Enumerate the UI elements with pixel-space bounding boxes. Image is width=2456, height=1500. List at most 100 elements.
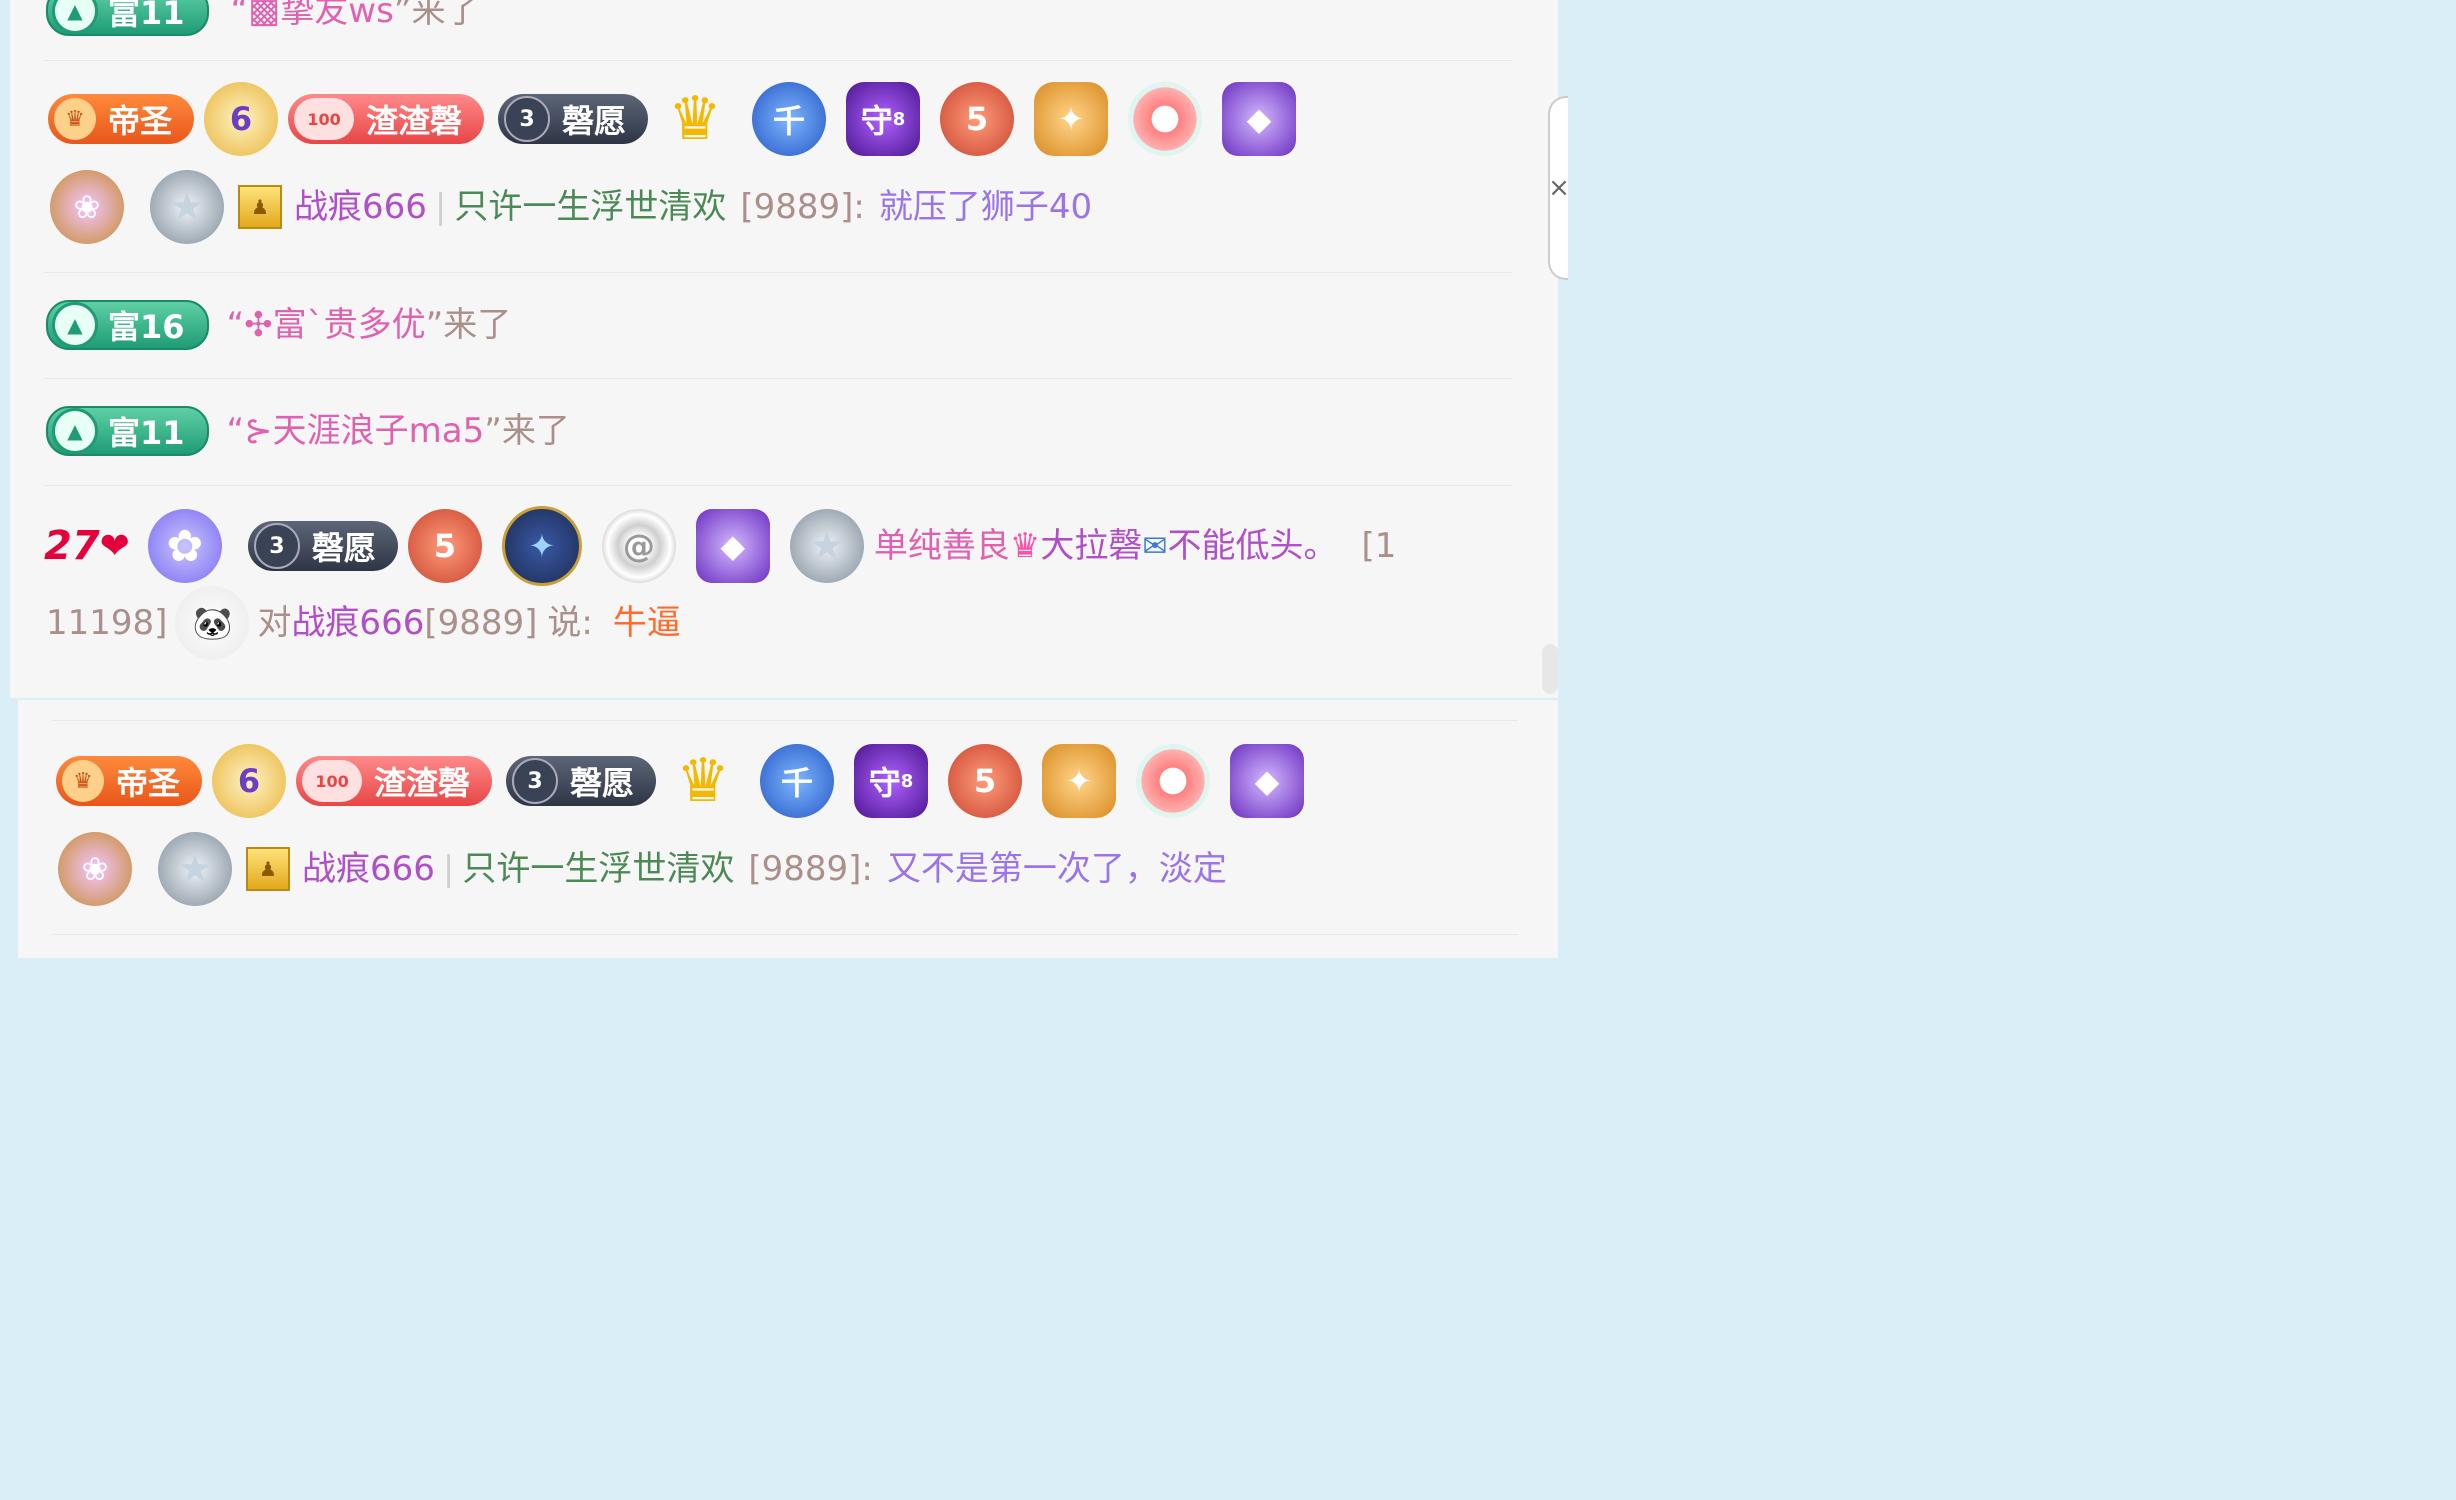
enter-suffix: ”来了 xyxy=(484,411,570,451)
wish-label: 磬愿 xyxy=(570,764,635,802)
sender-id-open: [1 xyxy=(1361,526,1397,566)
divider xyxy=(44,272,1512,273)
crown-icon[interactable]: ♛ xyxy=(666,744,740,818)
level-label: 富11 xyxy=(108,414,185,452)
sender-name-suffix[interactable]: 不能低头。 xyxy=(1167,526,1337,566)
chat-row-message-badges: ♛ 帝圣 6 100 渣渣磬 3 磬愿 ♛ 千 守8 5 ✦ ◆ xyxy=(56,744,1314,818)
enter-text: “✣富`贵多优”来了 xyxy=(227,305,512,345)
quote-open: “ xyxy=(230,0,249,31)
compass-medal-icon[interactable]: ✦ xyxy=(501,506,582,586)
swirl-icon[interactable]: @ xyxy=(601,509,676,583)
emperor-icon: ♛ xyxy=(54,98,96,140)
shield-medal-icon[interactable]: ✦ xyxy=(1034,82,1109,156)
wealth-level-badge: ▲ 富16 xyxy=(46,300,209,350)
sender-name-prefix[interactable]: 单纯善良 xyxy=(874,526,1010,566)
room-id: [9889]: xyxy=(748,849,873,889)
chat-row-enter-partial: ▲ 富11 “▩挚友ws”来了 xyxy=(46,0,479,36)
triangle-icon: ▲ xyxy=(52,0,98,34)
chat-row-private-badges: 27 ❤ ✿ 3 磬愿 5 ✦ @ ◆ ★ 单纯善良 ♛ 大拉磬 ✉ 不能低头。 … xyxy=(44,506,1396,586)
say-label: 说: xyxy=(547,603,593,643)
chat-row-private-body: 11198] 🐼 对 战痕666 [9889] 说: 牛逼 xyxy=(46,586,681,660)
star-medal-icon[interactable]: ★ xyxy=(789,509,864,583)
five-medal-icon[interactable]: 5 xyxy=(407,509,482,583)
enter-username[interactable]: ⊱天涯浪子ma5 xyxy=(244,411,484,451)
sender-name-mid[interactable]: 大拉磬 xyxy=(1040,526,1142,566)
separator: | xyxy=(434,187,447,227)
username[interactable]: 战痕666 xyxy=(294,187,427,227)
level-number: 27 xyxy=(44,523,100,569)
qian-medal-icon[interactable]: 千 xyxy=(760,744,835,818)
emperor-badge[interactable]: ♛ 帝圣 xyxy=(48,94,195,144)
emperor-label: 帝圣 xyxy=(108,102,173,140)
triangle-icon: ▲ xyxy=(52,408,98,454)
panda-icon: 🐼 xyxy=(175,586,250,660)
sender-id-close: 11198] xyxy=(46,603,168,643)
star-medal-icon[interactable]: ★ xyxy=(158,832,232,906)
to-user[interactable]: 战痕666 xyxy=(291,603,424,643)
separator: | xyxy=(442,849,455,889)
quote-open: “ xyxy=(226,411,245,451)
guard-label: 守 xyxy=(860,102,893,140)
group-name[interactable]: 只许一生浮世清欢 xyxy=(462,849,734,889)
divider xyxy=(44,60,1512,61)
level-six-medal-icon[interactable]: 6 xyxy=(212,744,287,818)
shield-medal-icon[interactable]: ✦ xyxy=(1042,744,1117,818)
guard-level: 8 xyxy=(900,770,914,792)
donut-icon[interactable] xyxy=(1136,744,1211,818)
qian-medal-icon[interactable]: 千 xyxy=(752,82,827,156)
rose-medal-icon[interactable]: ❀ xyxy=(50,170,124,244)
emperor-icon: ♛ xyxy=(62,760,104,802)
enter-suffix: ”来了 xyxy=(393,0,480,31)
five-medal-icon[interactable]: 5 xyxy=(948,744,1023,818)
scrollbar-thumb[interactable] xyxy=(1542,644,1558,694)
crown-icon[interactable]: ♛ xyxy=(658,82,732,156)
message-text: 牛逼 xyxy=(612,603,681,643)
divider xyxy=(44,378,1512,379)
rose-medal-icon[interactable]: ❀ xyxy=(58,832,132,906)
divider xyxy=(44,485,1512,486)
fan-club-badge[interactable]: 100 渣渣磬 xyxy=(288,94,485,144)
heart-icon: ❤ xyxy=(99,525,130,567)
violet-gem-icon[interactable]: ◆ xyxy=(695,509,770,583)
user-level-icon[interactable]: ♟ xyxy=(238,185,282,229)
message-text: 又不是第一次了，淡定 xyxy=(886,849,1227,889)
enter-username[interactable]: ▩挚友ws xyxy=(248,0,394,31)
username[interactable]: 战痕666 xyxy=(302,849,435,889)
to-prefix: 对 xyxy=(257,603,292,643)
wish-level-icon: 3 xyxy=(253,523,300,569)
wish-badge[interactable]: 3 磬愿 xyxy=(498,94,649,144)
fan-club-badge[interactable]: 100 渣渣磬 xyxy=(296,756,493,806)
wealth-level-badge: ▲ 富11 xyxy=(46,0,209,36)
wish-level-icon: 3 xyxy=(512,758,559,804)
triangle-icon: ▲ xyxy=(52,302,98,348)
emperor-badge[interactable]: ♛ 帝圣 xyxy=(56,756,203,806)
wish-badge[interactable]: 3 磬愿 xyxy=(506,756,657,806)
chat-row-message-body: ❀ ★ ♟ 战痕666 | 只许一生浮世清欢 [9889]: 就压了狮子40 xyxy=(50,170,1092,244)
message-text: 就压了狮子40 xyxy=(878,187,1093,227)
collapse-handle[interactable]: × xyxy=(1548,96,1570,280)
chat-row-enter: ▲ 富11 “⊱天涯浪子ma5”来了 xyxy=(46,406,570,456)
enter-suffix: ”来了 xyxy=(425,305,512,345)
star-medal-icon[interactable]: ★ xyxy=(150,170,224,244)
divider xyxy=(52,720,1518,721)
violet-gem-icon[interactable]: ◆ xyxy=(1222,82,1297,156)
group-name[interactable]: 只许一生浮世清欢 xyxy=(454,187,726,227)
violet-gem-icon[interactable]: ◆ xyxy=(1230,744,1305,818)
guard-badge-icon[interactable]: 守8 xyxy=(846,82,921,156)
five-medal-icon[interactable]: 5 xyxy=(940,82,1015,156)
crown-icon: ♛ xyxy=(1009,526,1041,566)
enter-text: “▩挚友ws”来了 xyxy=(231,0,480,31)
level-label: 富11 xyxy=(108,0,185,32)
fan-club-label: 渣渣磬 xyxy=(366,102,463,140)
guard-badge-icon[interactable]: 守8 xyxy=(854,744,929,818)
flower-star-icon[interactable]: ✿ xyxy=(147,509,222,583)
wish-badge[interactable]: 3 磬愿 xyxy=(247,521,398,571)
user-level-icon[interactable]: ♟ xyxy=(246,847,290,891)
level-six-medal-icon[interactable]: 6 xyxy=(204,82,279,156)
enter-username[interactable]: ✣富`贵多优 xyxy=(244,305,426,345)
chat-row-message-badges: ♛ 帝圣 6 100 渣渣磬 3 磬愿 ♛ 千 守8 5 ✦ ◆ xyxy=(48,82,1306,156)
divider xyxy=(52,934,1518,935)
chat-row-message-body: ❀ ★ ♟ 战痕666 | 只许一生浮世清欢 [9889]: 又不是第一次了，淡… xyxy=(58,832,1227,906)
donut-icon[interactable] xyxy=(1128,82,1203,156)
to-room: [9889] xyxy=(424,603,538,643)
